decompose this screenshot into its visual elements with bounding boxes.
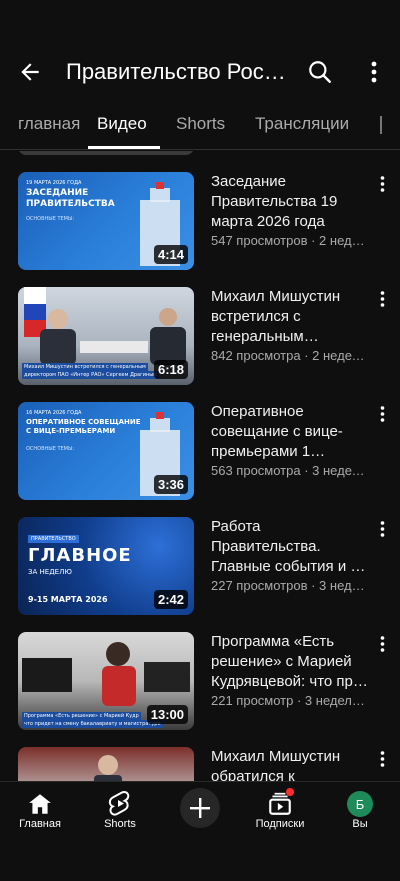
- video-list: 19 МАРТА 2026 ГОДА ЗАСЕДАНИЕ ПРАВИТЕЛЬСТ…: [0, 151, 400, 781]
- video-stats: 221 просмотр · 3 недели назад: [211, 693, 369, 708]
- video-menu-button[interactable]: [372, 747, 392, 771]
- video-meta: Михаил Мишустин встретился с генеральным…: [211, 287, 369, 364]
- video-meta: Михаил Мишустин обратился к: [211, 747, 369, 781]
- nav-home-label: Главная: [19, 818, 61, 830]
- previous-thumbnail-edge: [18, 151, 194, 155]
- video-duration: 13:00: [146, 705, 188, 724]
- thumbnail-caption-2: директором ПАО «Интер РАО» Сергеем Драги…: [22, 371, 159, 379]
- video-stats: 563 просмотра · 3 недели назад: [211, 463, 369, 478]
- video-thumbnail[interactable]: 19 МАРТА 2026 ГОДА ЗАСЕДАНИЕ ПРАВИТЕЛЬСТ…: [18, 172, 194, 270]
- office-workers-icon: [22, 642, 190, 706]
- create-button[interactable]: [180, 788, 220, 828]
- video-stats: 227 просмотров · 3 недели назад: [211, 578, 369, 593]
- nav-shorts[interactable]: Shorts: [80, 782, 160, 852]
- home-icon: [24, 788, 56, 820]
- video-duration: 2:42: [153, 590, 188, 609]
- active-tab-indicator: [88, 146, 160, 149]
- video-stats: 842 просмотра · 2 недели назад: [211, 348, 369, 363]
- more-vert-icon: [380, 636, 384, 652]
- video-thumbnail[interactable]: Программа «Есть решение» с Марией Кудр ч…: [18, 632, 194, 730]
- nav-shorts-label: Shorts: [104, 818, 136, 830]
- top-app-bar: Правительство Рос…: [0, 0, 400, 100]
- search-button[interactable]: [304, 56, 336, 88]
- more-vert-icon: [380, 176, 384, 192]
- tab-live[interactable]: Трансляции: [255, 114, 349, 134]
- avatar: Б: [347, 791, 373, 817]
- thumbnail-heading: ЗАСЕДАНИЕ: [26, 188, 89, 198]
- video-duration: 6:18: [153, 360, 188, 379]
- video-item[interactable]: Михаил Мишустин обратился к: [0, 747, 400, 781]
- video-menu-button[interactable]: [372, 172, 392, 196]
- video-item[interactable]: ПРАВИТЕЛЬСТВО ГЛАВНОЕ ЗА НЕДЕЛЮ 9-15 МАР…: [0, 517, 400, 627]
- thumbnail-heading-2: С ВИЦЕ-ПРЕМЬЕРАМИ: [26, 427, 116, 435]
- thumbnail-caption: Программа «Есть решение» с Марией Кудр: [22, 712, 141, 720]
- shorts-icon: [104, 788, 136, 820]
- video-thumbnail[interactable]: ПРАВИТЕЛЬСТВО ГЛАВНОЕ ЗА НЕДЕЛЮ 9-15 МАР…: [18, 517, 194, 615]
- thumbnail-subheading: ЗА НЕДЕЛЮ: [28, 568, 72, 576]
- video-meta: Оперативное совещание с вице-премьерами …: [211, 402, 369, 479]
- video-menu-button[interactable]: [372, 402, 392, 426]
- thumbnail-caption: Михаил Мишустин встретился с генеральным: [22, 363, 148, 371]
- thumbnail-caption-2: что придет на смену бакалавриату и магис…: [22, 720, 163, 728]
- back-button[interactable]: [14, 56, 46, 88]
- video-duration: 3:36: [153, 475, 188, 494]
- video-thumbnail[interactable]: [18, 747, 194, 781]
- video-item[interactable]: Программа «Есть решение» с Марией Кудр ч…: [0, 632, 400, 742]
- video-meta: Программа «Есть решение» с Марией Кудряв…: [211, 632, 369, 709]
- tab-shorts[interactable]: Shorts: [176, 114, 225, 134]
- thumbnail-heading: ОПЕРАТИВНОЕ СОВЕЩАНИЕ: [26, 418, 141, 426]
- video-item[interactable]: 19 МАРТА 2026 ГОДА ЗАСЕДАНИЕ ПРАВИТЕЛЬСТ…: [0, 172, 400, 282]
- tabs-overflow-divider: [380, 116, 382, 134]
- thumbnail-heading: ГЛАВНОЕ: [28, 545, 132, 566]
- video-title[interactable]: Михаил Мишустин обратился к: [211, 747, 369, 781]
- channel-tabs: главная Видео Shorts Трансляции: [0, 100, 400, 150]
- nav-home[interactable]: Главная: [0, 782, 80, 852]
- channel-title: Правительство Рос…: [66, 59, 286, 84]
- video-thumbnail[interactable]: 16 МАРТА 2026 ГОДА ОПЕРАТИВНОЕ СОВЕЩАНИЕ…: [18, 402, 194, 500]
- video-meta: Заседание Правительства 19 марта 2026 го…: [211, 172, 369, 249]
- thumbnail-date: 19 МАРТА 2026 ГОДА: [26, 180, 82, 186]
- video-thumbnail[interactable]: Михаил Мишустин встретился с генеральным…: [18, 287, 194, 385]
- video-title[interactable]: Михаил Мишустин встретился с генеральным…: [211, 287, 369, 347]
- more-vert-icon: [380, 291, 384, 307]
- nav-subscriptions-label: Подписки: [255, 818, 305, 830]
- video-title[interactable]: Заседание Правительства 19 марта 2026 го…: [211, 172, 369, 232]
- thumbnail-date: 16 МАРТА 2026 ГОДА: [26, 410, 82, 416]
- thumbnail-subheading: ОСНОВНЫЕ ТЕМЫ:: [26, 446, 75, 452]
- thumbnail-heading-2: ПРАВИТЕЛЬСТВА: [26, 199, 115, 209]
- bottom-navigation: Главная Shorts Подписки Б Вы: [0, 781, 400, 881]
- video-item[interactable]: Михаил Мишустин встретился с генеральным…: [0, 287, 400, 397]
- create-plus-icon: [190, 798, 210, 818]
- nav-subscriptions[interactable]: Подписки: [240, 782, 320, 852]
- video-menu-button[interactable]: [372, 517, 392, 541]
- video-title[interactable]: Работа Правительства. Главные события и …: [211, 517, 369, 577]
- video-item[interactable]: 16 МАРТА 2026 ГОДА ОПЕРАТИВНОЕ СОВЕЩАНИЕ…: [0, 402, 400, 512]
- nav-you[interactable]: Б Вы: [320, 782, 400, 852]
- tab-home[interactable]: главная: [18, 114, 80, 134]
- nav-you-label: Вы: [352, 818, 368, 830]
- more-options-button[interactable]: [358, 56, 390, 88]
- video-menu-button[interactable]: [372, 287, 392, 311]
- thumbnail-subheading: ОСНОВНЫЕ ТЕМЫ:: [26, 216, 75, 222]
- more-vert-icon: [371, 61, 377, 83]
- thumbnail-badge: ПРАВИТЕЛЬСТВО: [28, 535, 79, 543]
- video-title[interactable]: Программа «Есть решение» с Марией Кудряв…: [211, 632, 369, 692]
- more-vert-icon: [380, 751, 384, 767]
- meeting-people-icon: [40, 308, 186, 365]
- back-arrow-icon: [21, 63, 39, 81]
- speaker-person-icon: [94, 755, 122, 781]
- avatar-icon: Б: [344, 788, 376, 820]
- video-title[interactable]: Оперативное совещание с вице-премьерами …: [211, 402, 369, 462]
- video-duration: 4:14: [153, 245, 188, 264]
- more-vert-icon: [380, 521, 384, 537]
- video-menu-button[interactable]: [372, 632, 392, 656]
- search-icon: [309, 61, 331, 83]
- video-meta: Работа Правительства. Главные события и …: [211, 517, 369, 594]
- new-content-dot: [286, 788, 294, 796]
- thumbnail-date: 9-15 МАРТА 2026: [28, 595, 108, 604]
- video-stats: 547 просмотров · 2 недели назад: [211, 233, 369, 248]
- tab-videos[interactable]: Видео: [97, 114, 147, 134]
- more-vert-icon: [380, 406, 384, 422]
